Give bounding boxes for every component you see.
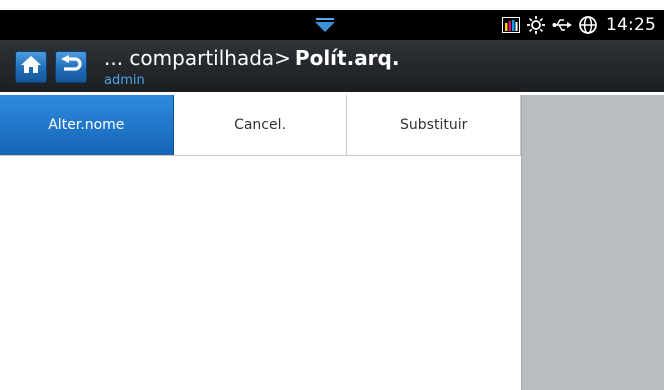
- header-bar: ... compartilhada> Polít.arq. admin: [0, 40, 664, 92]
- back-arrow-icon: [60, 55, 82, 79]
- rename-button[interactable]: Alter.nome: [0, 95, 174, 155]
- back-button[interactable]: [55, 51, 87, 83]
- logged-in-user: admin: [104, 73, 145, 88]
- network-globe-icon[interactable]: [578, 15, 598, 35]
- status-bar: 14:25: [0, 10, 664, 40]
- action-tabs: Alter.nome Cancel. Substituir: [0, 95, 522, 156]
- usb-icon[interactable]: [552, 17, 572, 33]
- printer-screen: 14:25 ... compartilhada> Polít.arq. admin: [0, 0, 664, 390]
- content-area: [0, 156, 521, 390]
- home-icon: [20, 55, 42, 79]
- replace-button[interactable]: Substituir: [347, 95, 522, 155]
- pull-down-handle-icon[interactable]: [313, 18, 337, 34]
- side-panel: [521, 95, 664, 390]
- eco-sun-icon[interactable]: [526, 15, 546, 35]
- toner-level-icon[interactable]: [502, 17, 520, 33]
- current-page-title: Polít.arq.: [294, 46, 400, 70]
- clock-time: 14:25: [606, 15, 656, 35]
- home-button[interactable]: [15, 51, 47, 83]
- status-icons: 14:25: [502, 10, 656, 40]
- breadcrumb: ... compartilhada>: [104, 46, 291, 70]
- page-title: ... compartilhada> Polít.arq.: [104, 46, 399, 70]
- cancel-button[interactable]: Cancel.: [173, 95, 348, 155]
